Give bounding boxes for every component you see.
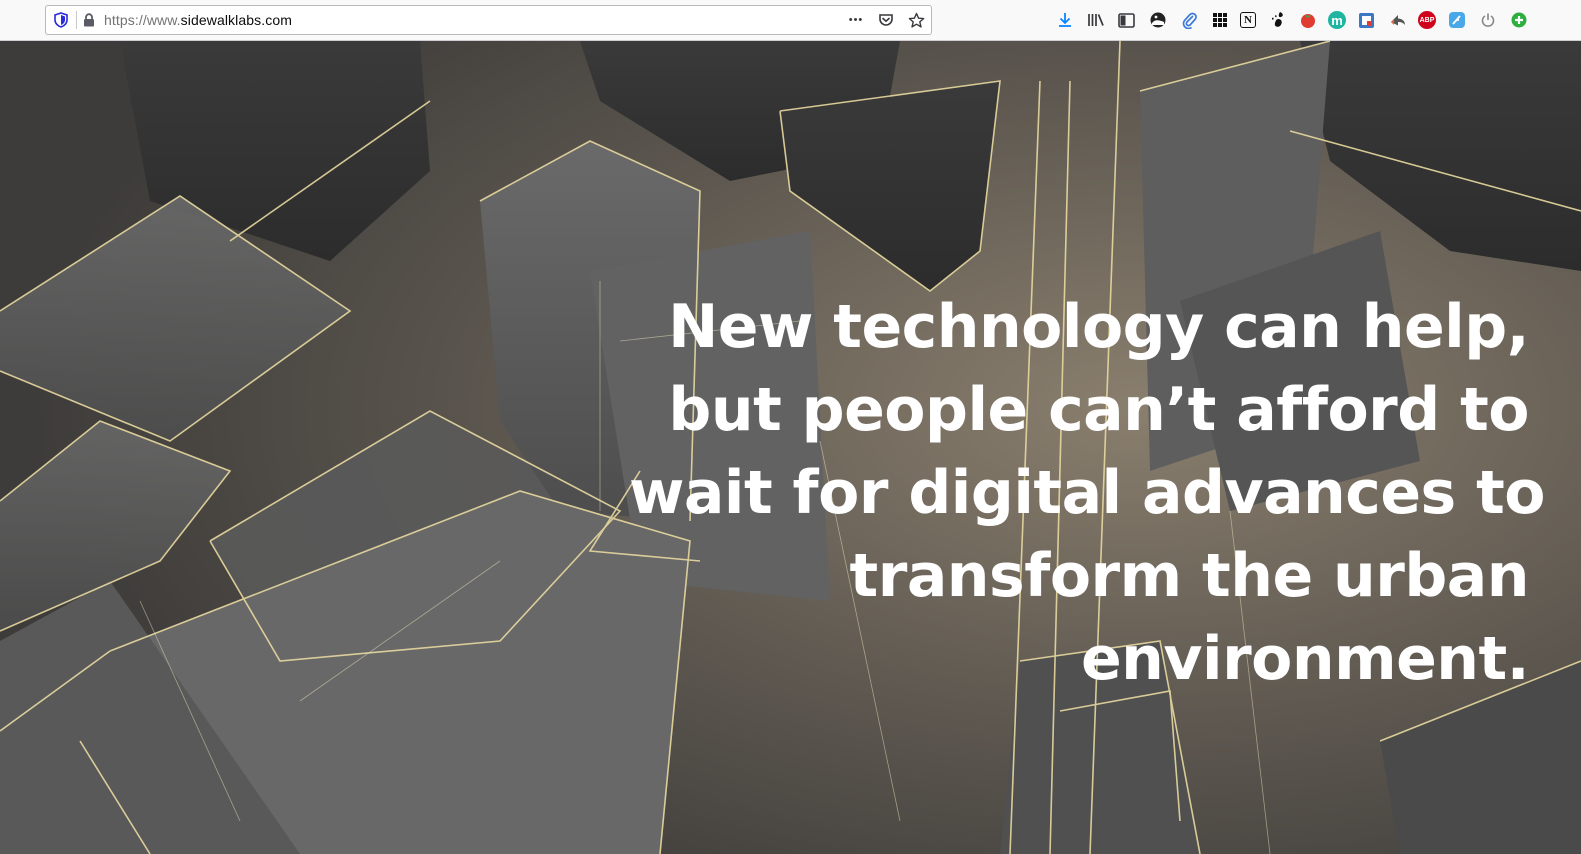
headline-line-1: New technology can help, bbox=[668, 292, 1529, 362]
power-icon[interactable] bbox=[1477, 10, 1498, 31]
browser-toolbar: https://www.sidewalklabs.com ••• N m ABP bbox=[0, 0, 1581, 41]
dark-reader-icon[interactable] bbox=[1147, 10, 1168, 31]
reader-icon[interactable] bbox=[1356, 10, 1377, 31]
hero-headline: New technology can help, but people can’… bbox=[629, 286, 1546, 701]
url-domain: sidewalklabs.com bbox=[180, 12, 292, 28]
url-prefix: https://www. bbox=[104, 12, 181, 28]
plus-green-icon[interactable] bbox=[1508, 10, 1529, 31]
toolbar-extensions: N m ABP bbox=[1054, 9, 1529, 31]
address-bar[interactable]: https://www.sidewalklabs.com ••• bbox=[45, 5, 932, 35]
mercury-icon[interactable]: m bbox=[1328, 11, 1346, 29]
library-icon[interactable] bbox=[1085, 10, 1106, 31]
url-text[interactable]: https://www.sidewalklabs.com bbox=[104, 12, 292, 28]
pocket-icon[interactable] bbox=[877, 11, 895, 29]
paperclip-icon[interactable] bbox=[1178, 10, 1199, 31]
hero-section: New technology can help, but people can’… bbox=[0, 41, 1581, 854]
page-actions: ••• bbox=[847, 6, 925, 34]
notion-icon[interactable]: N bbox=[1240, 12, 1256, 28]
tomato-icon[interactable] bbox=[1297, 10, 1318, 31]
bookmark-star-icon[interactable] bbox=[907, 11, 925, 29]
urlbar-divider bbox=[76, 11, 77, 29]
lock-icon[interactable] bbox=[83, 13, 95, 27]
more-actions-icon[interactable]: ••• bbox=[847, 11, 865, 29]
sidebar-icon[interactable] bbox=[1116, 10, 1137, 31]
headline-line-2: but people can’t afford to bbox=[668, 375, 1529, 445]
downloads-icon[interactable] bbox=[1054, 10, 1075, 31]
grid-apps-icon[interactable] bbox=[1209, 10, 1230, 31]
headline-line-4: transform the urban bbox=[849, 541, 1530, 611]
feather-icon[interactable] bbox=[1446, 10, 1467, 31]
gnome-icon[interactable] bbox=[1266, 10, 1287, 31]
arrow-ext-icon[interactable] bbox=[1387, 10, 1408, 31]
headline-line-5: environment. bbox=[1080, 624, 1530, 694]
adblock-plus-icon[interactable]: ABP bbox=[1418, 11, 1436, 29]
headline-line-3: wait for digital advances to bbox=[629, 458, 1546, 528]
tracking-protection-shield-icon[interactable] bbox=[54, 12, 68, 28]
